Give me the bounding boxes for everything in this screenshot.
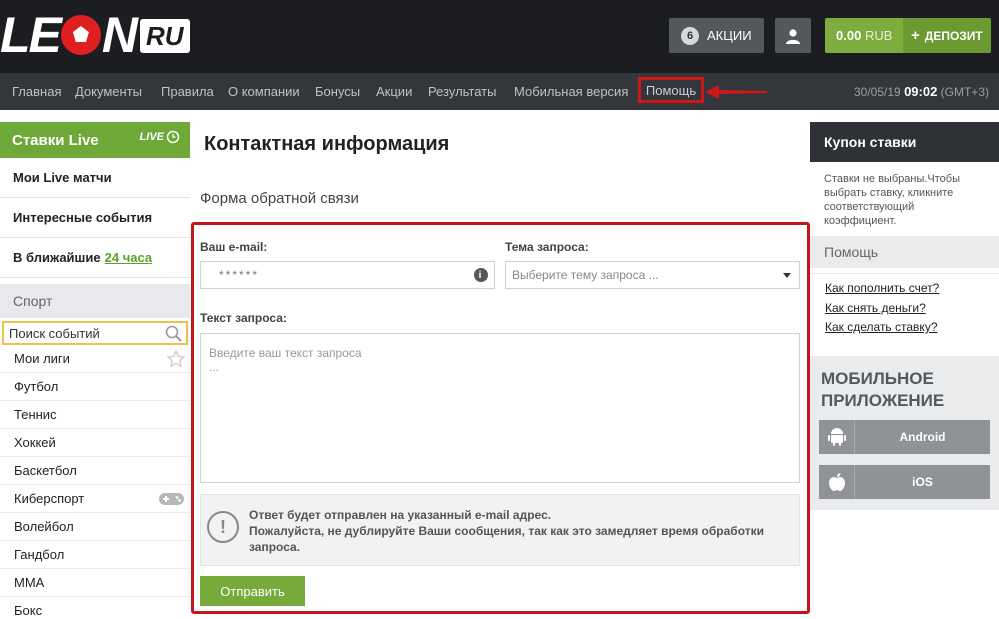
topic-select[interactable]: Выберите тему запроса ...: [505, 261, 800, 289]
chevron-down-icon: [783, 273, 791, 278]
nav-promotions[interactable]: Акции: [376, 84, 412, 99]
email-field[interactable]: ****** i: [200, 261, 495, 289]
star-icon[interactable]: [167, 350, 185, 368]
send-button[interactable]: Отправить: [200, 576, 305, 606]
mobile-app-title: МОБИЛЬНОЕ ПРИЛОЖЕНИЕ: [821, 369, 945, 410]
help-link-deposit[interactable]: Как пополнить счет?: [825, 281, 939, 295]
annotation-arrow-icon: [705, 85, 767, 99]
nav-about[interactable]: О компании: [228, 84, 300, 99]
sport-section-header: Спорт: [0, 284, 190, 318]
promotions-label: АКЦИИ: [707, 28, 752, 43]
sport-volleyball[interactable]: Волейбол: [0, 513, 190, 541]
live-clock-icon: LIVE: [140, 130, 180, 144]
sport-tennis[interactable]: Теннис: [0, 401, 190, 429]
topic-label: Тема запроса:: [505, 240, 589, 254]
request-text-label: Текст запроса:: [200, 311, 287, 325]
24-hours-link[interactable]: 24 часа: [105, 250, 152, 265]
nearest-events-link[interactable]: В ближайшие 24 часа: [0, 238, 190, 278]
deposit-button[interactable]: + ДЕПОЗИТ: [903, 18, 991, 53]
leon-logo[interactable]: LE N RU: [0, 10, 190, 60]
notice-box: ! Ответ будет отправлен на указанный e-m…: [200, 494, 800, 566]
gamepad-icon: [159, 493, 184, 505]
exclamation-icon: !: [207, 511, 239, 543]
request-text-area[interactable]: Введите ваш текст запроса ...: [200, 333, 800, 483]
nav-bonuses[interactable]: Бонусы: [315, 84, 360, 99]
page-title: Контактная информация: [204, 133, 450, 155]
right-sidebar: Купон ставки Ставки не выбраны.Чтобы выб…: [810, 122, 999, 619]
help-link-bet[interactable]: Как сделать ставку?: [825, 320, 938, 334]
sport-hockey[interactable]: Хоккей: [0, 429, 190, 457]
user-icon: [786, 28, 800, 44]
form-subtitle: Форма обратной связи: [200, 190, 359, 207]
nav-mobile[interactable]: Мобильная версия: [514, 84, 628, 99]
search-icon[interactable]: [165, 325, 182, 342]
ios-app-button[interactable]: iOS: [819, 465, 990, 499]
user-button[interactable]: [775, 18, 811, 53]
mobile-app-box: МОБИЛЬНОЕ ПРИЛОЖЕНИЕ Android iOS: [810, 356, 999, 510]
bet-coupon-header: Купон ставки: [810, 122, 999, 162]
android-app-button[interactable]: Android: [819, 420, 990, 454]
nav-documents[interactable]: Документы: [75, 84, 142, 99]
help-section-header: Помощь: [810, 236, 999, 268]
sport-mma[interactable]: MMA: [0, 569, 190, 597]
site-header: LE N RU 6 АКЦИИ 0.00 RUB + ДЕПОЗИТ: [0, 0, 999, 73]
promotions-button[interactable]: 6 АКЦИИ: [669, 18, 764, 53]
sport-basketball[interactable]: Баскетбол: [0, 457, 190, 485]
notice-line-1: Ответ будет отправлен на указанный e-mai…: [249, 508, 552, 522]
sport-boxing[interactable]: Бокс: [0, 597, 190, 619]
email-label: Ваш e-mail:: [200, 240, 268, 254]
my-live-matches-link[interactable]: Мои Live матчи: [0, 158, 190, 198]
promo-count-badge: 6: [681, 26, 699, 45]
nav-results[interactable]: Результаты: [428, 84, 496, 99]
nav-help[interactable]: Помощь: [638, 77, 704, 103]
nav-home[interactable]: Главная: [12, 84, 61, 99]
sport-handball[interactable]: Гандбол: [0, 541, 190, 569]
left-sidebar: Ставки Live LIVE Мои Live матчи Интересн…: [0, 122, 190, 619]
event-search-input[interactable]: Поиск событий: [2, 321, 188, 345]
notice-line-2: Пожалуйста, не дублируйте Ваши сообщения…: [249, 524, 764, 554]
android-icon: [819, 420, 855, 454]
interesting-events-link[interactable]: Интересные события: [0, 198, 190, 238]
sport-football[interactable]: Футбол: [0, 373, 190, 401]
nav-rules[interactable]: Правила: [161, 84, 214, 99]
main-nav: Главная Документы Правила О компании Бон…: [0, 73, 999, 110]
datetime-display: 30/05/19 09:02 (GMT+3): [854, 84, 989, 99]
balance-amount: 0.00 RUB: [836, 28, 893, 43]
balance-deposit-button[interactable]: 0.00 RUB + ДЕПОЗИТ: [825, 18, 991, 53]
ball-icon: [60, 15, 101, 55]
sport-my-leagues[interactable]: Мои лиги: [0, 345, 190, 373]
plus-icon: +: [911, 27, 920, 44]
help-link-withdraw[interactable]: Как снять деньги?: [825, 301, 926, 315]
live-bets-header[interactable]: Ставки Live LIVE: [0, 122, 190, 158]
apple-icon: [819, 465, 855, 499]
info-icon[interactable]: i: [474, 268, 488, 282]
sport-esports[interactable]: Киберспорт: [0, 485, 190, 513]
